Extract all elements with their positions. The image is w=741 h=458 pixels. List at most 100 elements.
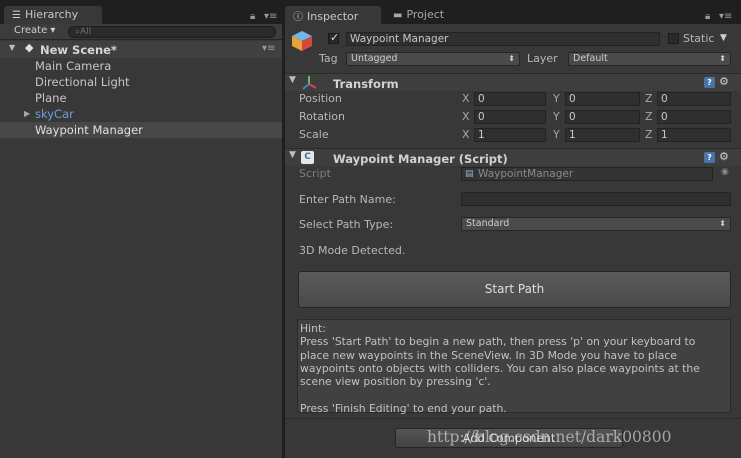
path-type-dropdown[interactable]: Standard ⬍ xyxy=(461,217,731,231)
rotation-y-field[interactable]: 0 xyxy=(565,110,640,124)
active-checkbox[interactable]: ✓ xyxy=(328,31,340,44)
static-label: Static xyxy=(683,32,715,45)
hierarchy-tabstrip: ☰ Hierarchy 🔒︎ ▾≡ xyxy=(0,0,282,24)
axis-y-label: Y xyxy=(553,110,560,123)
position-x-field[interactable]: 0 xyxy=(474,92,546,106)
axis-x-label: X xyxy=(462,128,470,141)
tag-value: Untagged xyxy=(351,53,398,64)
list-item-plane[interactable]: Plane xyxy=(0,90,282,106)
divider xyxy=(285,418,741,419)
tab-hierarchy[interactable]: ☰ Hierarchy xyxy=(4,6,102,24)
gear-icon[interactable]: ⚙ xyxy=(719,150,729,163)
dropdown-arrows-icon: ⬍ xyxy=(508,54,515,63)
chevron-down-icon[interactable]: ▼ xyxy=(289,75,296,85)
rotation-label: Rotation xyxy=(299,110,346,123)
axis-z-label: Z xyxy=(645,110,653,123)
unity-logo-icon: ◆ xyxy=(25,41,34,54)
list-item-label: Waypoint Manager xyxy=(35,123,143,137)
lock-icon[interactable]: 🔒︎ xyxy=(250,11,255,22)
tab-project-label: Project xyxy=(406,8,445,21)
gameobject-cube-icon xyxy=(291,30,313,52)
list-icon: ☰ xyxy=(12,10,21,21)
layer-dropdown[interactable]: Default ⬍ xyxy=(568,52,731,66)
hint-box: Hint: Press 'Start Path' to begin a new … xyxy=(297,319,731,415)
search-input[interactable]: ⌕All xyxy=(68,26,276,38)
rotation-z-field[interactable]: 0 xyxy=(657,110,731,124)
chevron-right-icon[interactable]: ▶ xyxy=(24,106,30,122)
transform-title: Transform xyxy=(333,77,399,91)
list-item-label: skyCar xyxy=(35,107,74,121)
gear-icon[interactable]: ⚙ xyxy=(719,75,729,88)
tag-label: Tag xyxy=(319,52,338,65)
list-item-skycar[interactable]: ▶ skyCar xyxy=(0,106,282,122)
hierarchy-toolbar: Create ▾ ⌕All xyxy=(0,24,282,40)
watermark: http://blog.csdn.net/dark00800 xyxy=(427,428,672,446)
list-item-main-camera[interactable]: Main Camera xyxy=(0,58,282,74)
layer-label: Layer xyxy=(527,52,558,65)
tab-inspector-label: Inspector xyxy=(307,10,359,23)
lock-icon[interactable]: 🔒︎ xyxy=(705,11,710,22)
scale-y-field[interactable]: 1 xyxy=(565,128,640,142)
axis-z-label: Z xyxy=(645,92,653,105)
dropdown-arrows-icon: ⬍ xyxy=(719,54,726,63)
script-file-icon: ▤ xyxy=(465,169,474,179)
hint-text: Hint: Press 'Start Path' to begin a new … xyxy=(300,322,700,415)
list-item-label: Plane xyxy=(35,91,67,105)
tab-project[interactable]: ▬ Project xyxy=(385,6,475,24)
rotation-x-field[interactable]: 0 xyxy=(474,110,546,124)
scale-z-field[interactable]: 1 xyxy=(657,128,731,142)
enter-path-label: Enter Path Name: xyxy=(299,193,396,206)
help-icon[interactable]: ? xyxy=(704,152,715,163)
tag-dropdown[interactable]: Untagged ⬍ xyxy=(346,52,520,66)
info-icon: ⓘ xyxy=(293,12,303,23)
position-label: Position xyxy=(299,92,342,105)
dropdown-arrows-icon: ⬍ xyxy=(719,219,726,228)
object-name-field[interactable]: Waypoint Manager xyxy=(346,32,660,46)
panel-menu-icon[interactable]: ▾≡ xyxy=(264,11,277,22)
start-path-button[interactable]: Start Path xyxy=(298,271,731,308)
axis-x-label: X xyxy=(462,92,470,105)
scene-root[interactable]: ▼ ◆ New Scene* ▾≡ xyxy=(0,41,282,58)
scene-name: New Scene* xyxy=(40,43,117,57)
inspector-tabstrip: ⓘ Inspector ▬ Project 🔒︎ ▾≡ xyxy=(285,0,741,24)
position-y-field[interactable]: 0 xyxy=(565,92,640,106)
scale-x-field[interactable]: 1 xyxy=(474,128,546,142)
csharp-script-icon: C xyxy=(301,151,314,164)
waypoint-script-title: Waypoint Manager (Script) xyxy=(333,152,508,166)
list-item-directional-light[interactable]: Directional Light xyxy=(0,74,282,90)
list-item-waypoint-manager[interactable]: Waypoint Manager xyxy=(0,122,282,138)
list-item-label: Main Camera xyxy=(35,59,112,73)
path-type-value: Standard xyxy=(466,218,510,229)
tab-inspector[interactable]: ⓘ Inspector xyxy=(285,6,381,24)
position-z-field[interactable]: 0 xyxy=(657,92,731,106)
transform-header[interactable]: ▼ Transform ? ⚙ xyxy=(285,73,741,91)
chevron-down-icon[interactable]: ▼ xyxy=(289,150,296,160)
axis-y-label: Y xyxy=(553,128,560,141)
folder-icon: ▬ xyxy=(393,10,403,21)
script-field: ▤ WaypointManager xyxy=(461,167,713,181)
layer-value: Default xyxy=(573,53,608,64)
object-picker-icon[interactable]: ◉ xyxy=(721,167,729,177)
transform-axes-icon xyxy=(302,76,317,90)
scale-label: Scale xyxy=(299,128,329,141)
axis-y-label: Y xyxy=(553,92,560,105)
path-name-input[interactable] xyxy=(461,192,731,206)
axis-x-label: X xyxy=(462,110,470,123)
static-checkbox[interactable] xyxy=(668,33,679,44)
panel-menu-icon[interactable]: ▾≡ xyxy=(719,11,732,22)
axis-z-label: Z xyxy=(645,128,653,141)
scene-menu-icon[interactable]: ▾≡ xyxy=(262,43,275,54)
hierarchy-panel: ☰ Hierarchy 🔒︎ ▾≡ Create ▾ ⌕All ▼ ◆ New S… xyxy=(0,0,282,458)
script-label: Script xyxy=(299,167,331,180)
chevron-down-icon[interactable]: ▼ xyxy=(720,33,727,43)
tab-hierarchy-label: Hierarchy xyxy=(24,8,79,21)
mode-detected-text: 3D Mode Detected. xyxy=(299,244,406,257)
inspector-panel: ⓘ Inspector ▬ Project 🔒︎ ▾≡ ✓ Waypoint Man… xyxy=(285,0,741,458)
create-button[interactable]: Create ▾ xyxy=(14,25,55,39)
help-icon[interactable]: ? xyxy=(704,77,715,88)
chevron-down-icon[interactable]: ▼ xyxy=(9,43,15,52)
list-item-label: Directional Light xyxy=(35,75,130,89)
checkmark-icon: ✓ xyxy=(330,31,340,44)
waypoint-script-header[interactable]: ▼ C Waypoint Manager (Script) ? ⚙ xyxy=(285,148,741,166)
path-type-label: Select Path Type: xyxy=(299,218,394,231)
